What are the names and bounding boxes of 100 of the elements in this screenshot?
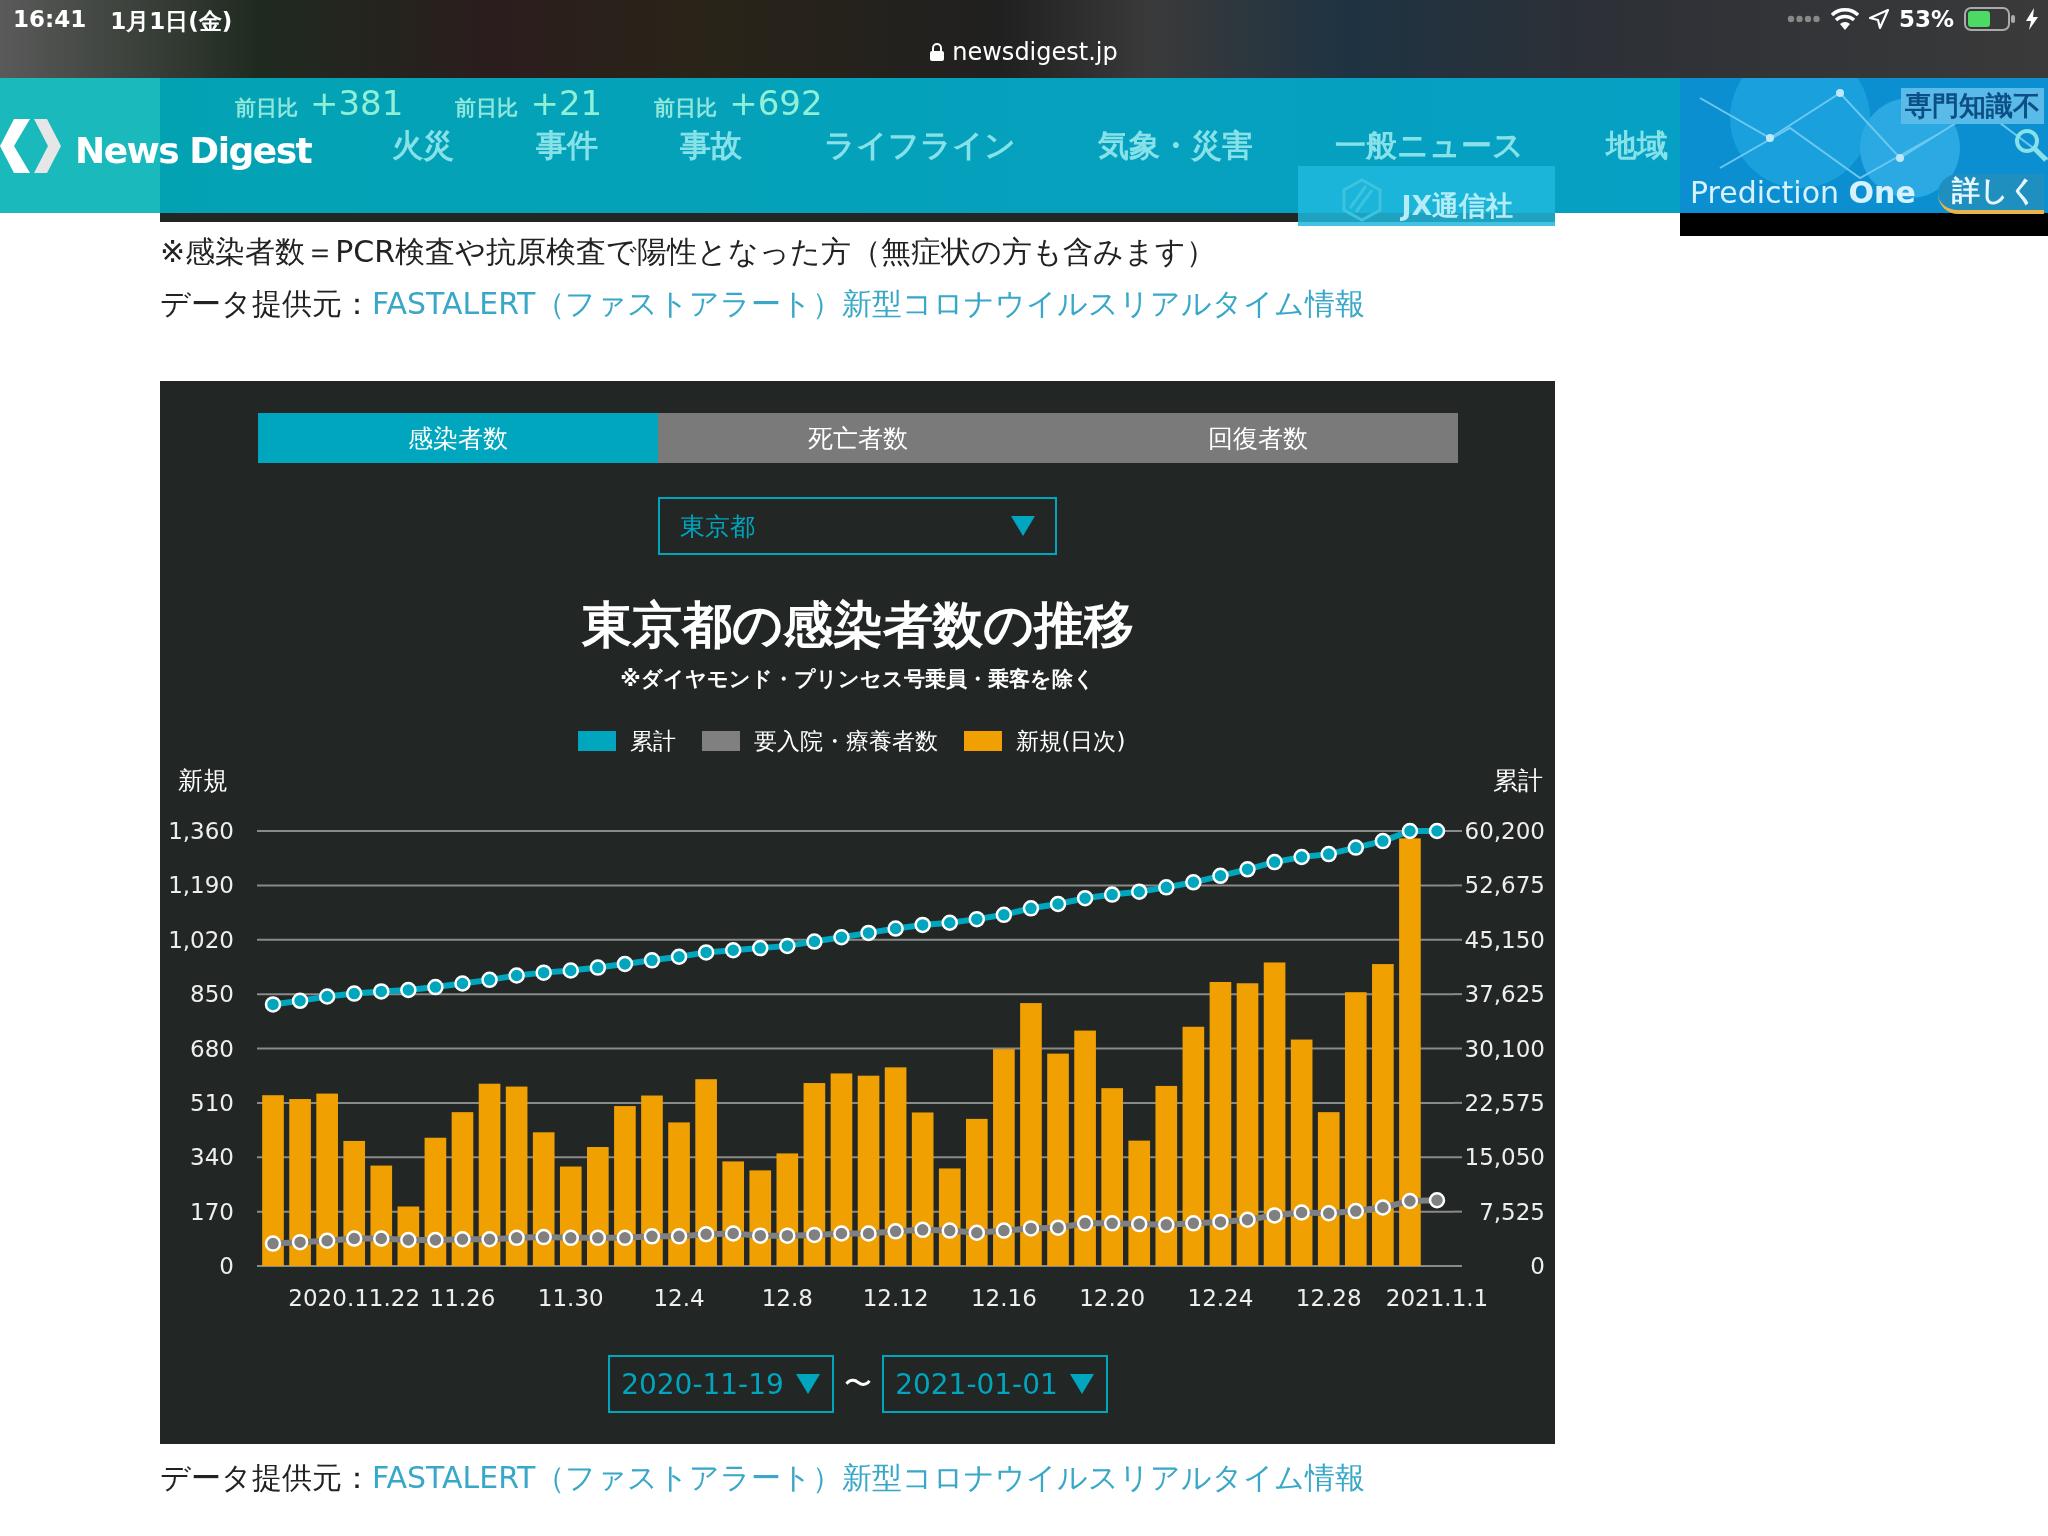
- lock-icon: [930, 43, 945, 61]
- stat-value: +21: [530, 86, 603, 120]
- data-point: [291, 1233, 309, 1251]
- data-point: [779, 937, 796, 955]
- nav-item[interactable]: 火災: [392, 130, 455, 161]
- axis-label: 1,190: [168, 872, 234, 899]
- location-arrow-icon: [1868, 9, 1889, 29]
- axis-title: 新規: [178, 766, 228, 795]
- data-point: [1103, 1215, 1121, 1232]
- data-point: [1239, 861, 1256, 878]
- nav-item[interactable]: 気象・災害: [1098, 130, 1254, 161]
- badge-text: JX通信社: [1401, 189, 1514, 222]
- data-point: [643, 952, 661, 969]
- nav-item[interactable]: 事件: [536, 130, 599, 161]
- axis-label: 52,675: [1464, 872, 1545, 899]
- data-point: [887, 920, 904, 937]
- charging-bolt-icon: [2026, 8, 2038, 30]
- axis-label: 12.28: [1295, 1285, 1362, 1311]
- region-dropdown[interactable]: 東京都: [658, 497, 1057, 555]
- data-point: [427, 978, 444, 996]
- data-point: [1374, 1199, 1392, 1216]
- data-point: [1293, 1204, 1310, 1221]
- data-point: [400, 1231, 417, 1249]
- nav-item[interactable]: 一般ニュース: [1335, 130, 1525, 161]
- data-point: [914, 916, 931, 934]
- stat-label: 前日比: [654, 98, 718, 119]
- stat-value: +692: [729, 86, 823, 120]
- nav-item[interactable]: 事故: [680, 130, 743, 161]
- data-point: [1076, 889, 1094, 907]
- data-point: [1131, 1215, 1148, 1233]
- stat-label: 前日比: [235, 98, 298, 119]
- data-point: [454, 975, 471, 992]
- axis-label: 850: [190, 981, 234, 1008]
- data-point: [806, 933, 823, 950]
- data-point: [373, 983, 390, 1000]
- axis-label: 11.30: [537, 1285, 604, 1311]
- end-date-dropdown[interactable]: 2021-01-01: [881, 1355, 1108, 1413]
- signal-dots-icon: [1786, 15, 1821, 23]
- data-point: [264, 996, 282, 1013]
- data-point: [1212, 867, 1229, 885]
- tab[interactable]: 死亡者数: [657, 413, 1058, 463]
- data-point: [724, 942, 742, 959]
- start-date-dropdown[interactable]: 2020-11-19: [607, 1355, 834, 1413]
- axis-title: 累計: [1493, 766, 1543, 795]
- data-point: [589, 959, 607, 976]
- axis-label: 12.4: [653, 1285, 705, 1311]
- note-text: ※感染者数＝PCR検査や抗原検査で陽性となった方（無症状の方も含みます）: [160, 233, 1218, 271]
- axis-label: 30,100: [1464, 1035, 1545, 1062]
- axis-label: 2020.11.22: [288, 1285, 421, 1311]
- data-point: [1022, 900, 1040, 917]
- axis-label: 510: [190, 1089, 234, 1116]
- data-point: [779, 1227, 796, 1244]
- range-separator: 〜: [843, 1366, 872, 1402]
- axis-label: 2021.1.1: [1385, 1285, 1489, 1311]
- data-point: [1049, 1219, 1067, 1236]
- data-point: [1293, 848, 1310, 866]
- data-point: [400, 981, 417, 999]
- axis-label: 340: [190, 1144, 234, 1171]
- data-point: [291, 992, 309, 1010]
- data-point: [1320, 845, 1337, 863]
- data-point: [1239, 1211, 1256, 1228]
- nav-item[interactable]: ライフライン: [824, 130, 1017, 161]
- nav-item[interactable]: 地域: [1606, 130, 1669, 161]
- caret-icon: [1069, 1374, 1094, 1394]
- source-link[interactable]: FASTALERT（ファストアラート）新型コロナウイルスリアルタイム情報: [372, 1460, 1366, 1495]
- chart-title: 東京都の感染者数の推移: [581, 595, 1134, 656]
- data-point: [833, 928, 850, 946]
- data-point: [562, 1229, 579, 1247]
- caret-icon: [1011, 516, 1035, 536]
- stat-value: +381: [310, 86, 404, 120]
- data-point: [941, 914, 958, 931]
- data-point: [1049, 895, 1067, 913]
- legend-label: 要入院・療養者数: [753, 726, 938, 756]
- battery-icon: [1964, 7, 2016, 31]
- data-point: [643, 1228, 661, 1245]
- data-point: [941, 1222, 958, 1239]
- data-point: [1185, 1215, 1202, 1232]
- caret-icon: [795, 1374, 820, 1394]
- search-icon[interactable]: [2014, 128, 2048, 162]
- logo-text[interactable]: News Digest: [75, 132, 312, 169]
- data-point: [481, 1231, 498, 1248]
- data-point: [535, 964, 552, 981]
- tab[interactable]: 回復者数: [1057, 413, 1458, 463]
- tab[interactable]: 感染者数: [257, 413, 658, 463]
- legend-label: 累計: [629, 726, 676, 756]
- data-point: [264, 1235, 282, 1252]
- ad-product-name: Prediction One: [1690, 176, 1916, 209]
- data-point: [318, 1232, 336, 1249]
- axis-label: 0: [219, 1253, 234, 1279]
- axis-label: 15,050: [1464, 1144, 1545, 1171]
- source-link[interactable]: FASTALERT（ファストアラート）新型コロナウイルスリアルタイム情報: [372, 286, 1366, 321]
- axis-label: 170: [190, 1198, 234, 1225]
- axis-label: 0: [1530, 1253, 1545, 1279]
- data-point: [1212, 1213, 1229, 1231]
- ad-details-button[interactable]: 詳しく: [1938, 174, 2044, 214]
- url-text[interactable]: newsdigest.jp: [952, 38, 1118, 66]
- data-point: [318, 988, 336, 1005]
- data-point: [995, 1222, 1013, 1239]
- data-point: [1428, 822, 1446, 840]
- axis-label: 45,150: [1464, 926, 1545, 953]
